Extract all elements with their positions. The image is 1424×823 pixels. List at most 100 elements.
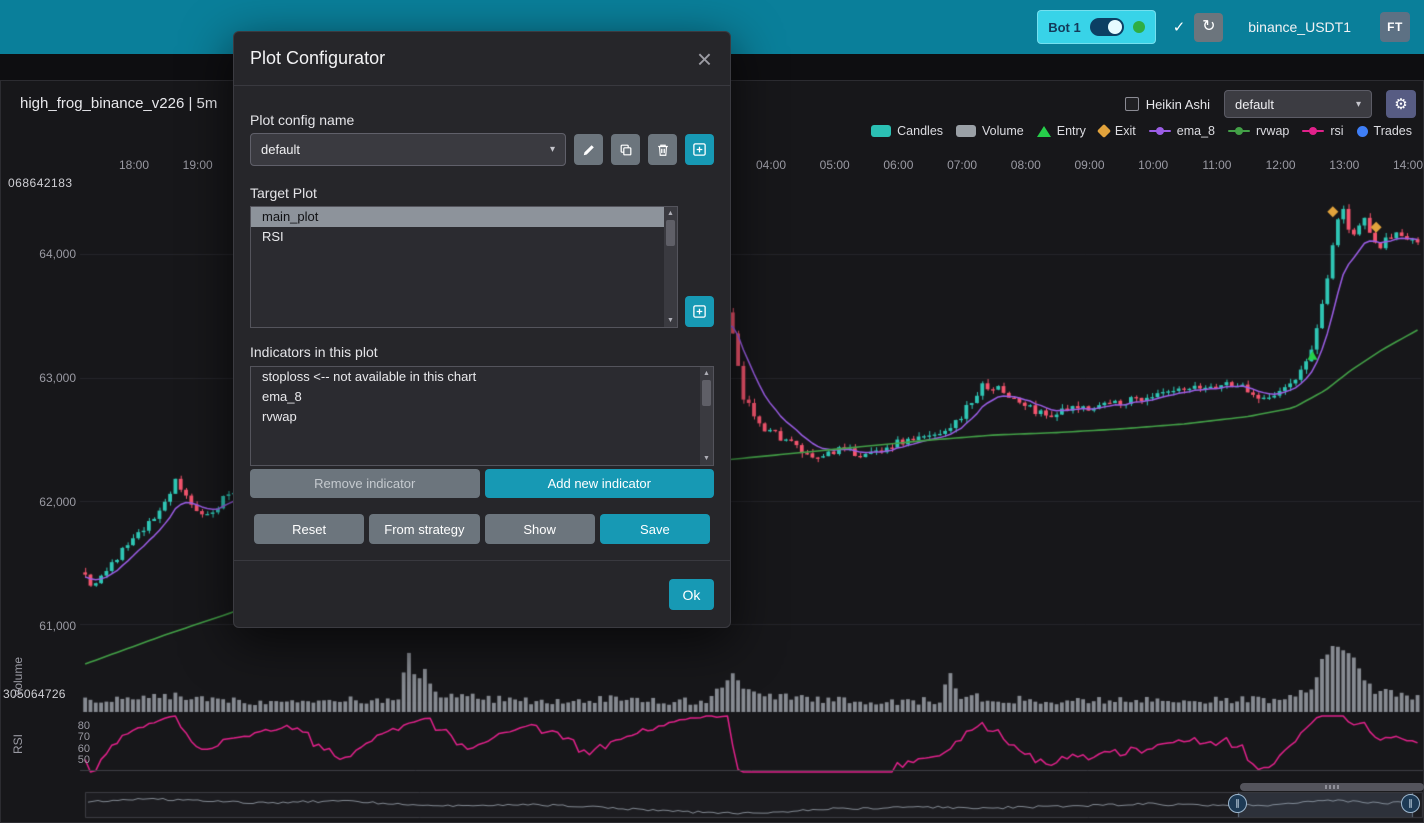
- list-item[interactable]: main_plot: [251, 207, 664, 227]
- x-axis-label: 12:00: [1266, 158, 1296, 172]
- reset-button[interactable]: Reset: [254, 514, 364, 544]
- chevron-down-icon: ▾: [1356, 99, 1361, 110]
- legend-item-rsi[interactable]: rsi: [1302, 124, 1343, 138]
- duplicate-config-button[interactable]: [611, 134, 640, 165]
- chart-controls: Heikin Ashi default ▾ ⚙: [1125, 90, 1416, 118]
- scroll-thumb[interactable]: [702, 380, 711, 406]
- show-button[interactable]: Show: [485, 514, 595, 544]
- save-button[interactable]: Save: [600, 514, 710, 544]
- close-icon[interactable]: ×: [697, 46, 712, 72]
- rsi-swatch-icon: [1302, 130, 1324, 133]
- scroll-down-icon[interactable]: ▼: [703, 453, 710, 464]
- check-icon: ✓: [1173, 18, 1186, 36]
- scroll-thumb[interactable]: [666, 220, 675, 246]
- legend-label: rsi: [1330, 124, 1343, 138]
- target-plot-label: Target Plot: [250, 185, 714, 201]
- modal-header: Plot Configurator ×: [234, 32, 730, 86]
- ok-button[interactable]: Ok: [669, 579, 714, 610]
- datazoom-right-handle-icon[interactable]: ∥: [1401, 794, 1420, 813]
- bot-name-label: Bot 1: [1048, 20, 1081, 35]
- heikin-ashi-checkbox[interactable]: [1125, 97, 1139, 111]
- plot-configurator-modal: Plot Configurator × Plot config name def…: [233, 31, 731, 628]
- list-item[interactable]: ema_8: [251, 387, 700, 407]
- plot-config-select-value: default: [261, 142, 300, 157]
- datazoom-left-handle-icon[interactable]: ∥: [1228, 794, 1247, 813]
- candles-swatch-icon: [871, 125, 891, 137]
- add-config-button[interactable]: [685, 134, 714, 165]
- x-axis-label: 11:00: [1202, 158, 1231, 172]
- modal-body: Plot config name default ▾ Target Plot m…: [234, 86, 730, 544]
- legend-dot: [1156, 127, 1164, 135]
- add-new-indicator-button[interactable]: Add new indicator: [485, 469, 715, 498]
- rename-config-button[interactable]: [574, 134, 603, 165]
- legend-item-ema_8[interactable]: ema_8: [1149, 124, 1215, 138]
- x-axis-label: 14:00: [1393, 158, 1423, 172]
- x-axis-label: 19:00: [183, 158, 213, 172]
- plot-config-header-select[interactable]: default ▾: [1224, 90, 1372, 118]
- add-plot-button[interactable]: [685, 296, 714, 327]
- x-axis-label: 18:00: [119, 158, 149, 172]
- legend-label: ema_8: [1177, 124, 1215, 138]
- entry-swatch-icon: [1037, 126, 1051, 137]
- trash-icon: [656, 143, 670, 157]
- bot-id-label: binance_USDT1: [1248, 19, 1351, 35]
- heikin-ashi-toggle[interactable]: Heikin Ashi: [1125, 97, 1210, 112]
- overlapped-axis-label: 068642183: [8, 176, 73, 190]
- horizontal-scrollbar[interactable]: [1240, 783, 1424, 791]
- legend-label: Trades: [1374, 124, 1412, 138]
- list-item[interactable]: stoploss <-- not available in this chart: [251, 367, 700, 387]
- rsi-axis-title: RSI: [11, 720, 25, 768]
- legend-item-trades[interactable]: Trades: [1357, 124, 1412, 138]
- x-axis-label: 05:00: [820, 158, 850, 172]
- indicators-list[interactable]: stoploss <-- not available in this chart…: [250, 366, 714, 466]
- toggle-knob: [1108, 20, 1122, 34]
- legend-item-volume[interactable]: Volume: [956, 124, 1024, 138]
- refresh-icon: ↻: [1202, 19, 1215, 35]
- target-plot-list[interactable]: main_plot RSI ▲ ▼: [250, 206, 678, 328]
- legend-dot: [1309, 127, 1317, 135]
- exit-swatch-icon: [1097, 124, 1111, 138]
- rvwap-swatch-icon: [1228, 130, 1250, 133]
- plus-square-icon: [692, 142, 707, 157]
- bot-toggle[interactable]: [1090, 18, 1124, 36]
- refresh-button[interactable]: ↻: [1194, 13, 1223, 42]
- copy-icon: [619, 143, 633, 157]
- volume-swatch-icon: [956, 125, 976, 137]
- avatar[interactable]: FT: [1380, 12, 1410, 42]
- scrollbar[interactable]: ▲ ▼: [700, 367, 713, 465]
- volume-axis-title: Volume: [11, 653, 25, 701]
- plot-config-header-value: default: [1235, 97, 1274, 112]
- gear-icon: ⚙: [1394, 95, 1407, 113]
- legend-item-rvwap[interactable]: rvwap: [1228, 124, 1289, 138]
- plot-config-select[interactable]: default ▾: [250, 133, 566, 166]
- legend-item-candles[interactable]: Candles: [871, 124, 943, 138]
- legend-label: Candles: [897, 124, 943, 138]
- modal-title: Plot Configurator: [250, 48, 385, 69]
- modal-footer: Ok: [234, 560, 730, 627]
- plot-settings-button[interactable]: ⚙: [1386, 90, 1416, 118]
- trades-swatch-icon: [1357, 126, 1368, 137]
- scroll-down-icon[interactable]: ▼: [667, 315, 674, 326]
- legend-label: Entry: [1057, 124, 1086, 138]
- list-item[interactable]: rvwap: [251, 407, 700, 427]
- x-axis-label: 06:00: [883, 158, 913, 172]
- legend-label: Volume: [982, 124, 1024, 138]
- legend-label: rvwap: [1256, 124, 1289, 138]
- x-axis-label: 10:00: [1138, 158, 1168, 172]
- config-row: default ▾: [250, 133, 714, 166]
- config-actions-row: Reset From strategy Show Save: [254, 514, 710, 544]
- scrollbar[interactable]: ▲ ▼: [664, 207, 677, 327]
- list-item[interactable]: RSI: [251, 227, 664, 247]
- heikin-ashi-label: Heikin Ashi: [1146, 97, 1210, 112]
- remove-indicator-button[interactable]: Remove indicator: [250, 469, 480, 498]
- legend-label: Exit: [1115, 124, 1136, 138]
- from-strategy-button[interactable]: From strategy: [369, 514, 479, 544]
- legend-item-exit[interactable]: Exit: [1099, 124, 1136, 138]
- delete-config-button[interactable]: [648, 134, 677, 165]
- plus-square-icon: [692, 304, 707, 319]
- legend-item-entry[interactable]: Entry: [1037, 124, 1086, 138]
- x-axis-label: 04:00: [756, 158, 786, 172]
- scroll-up-icon[interactable]: ▲: [667, 208, 674, 219]
- scroll-up-icon[interactable]: ▲: [703, 368, 710, 379]
- bot-selector-pill[interactable]: Bot 1: [1037, 10, 1156, 44]
